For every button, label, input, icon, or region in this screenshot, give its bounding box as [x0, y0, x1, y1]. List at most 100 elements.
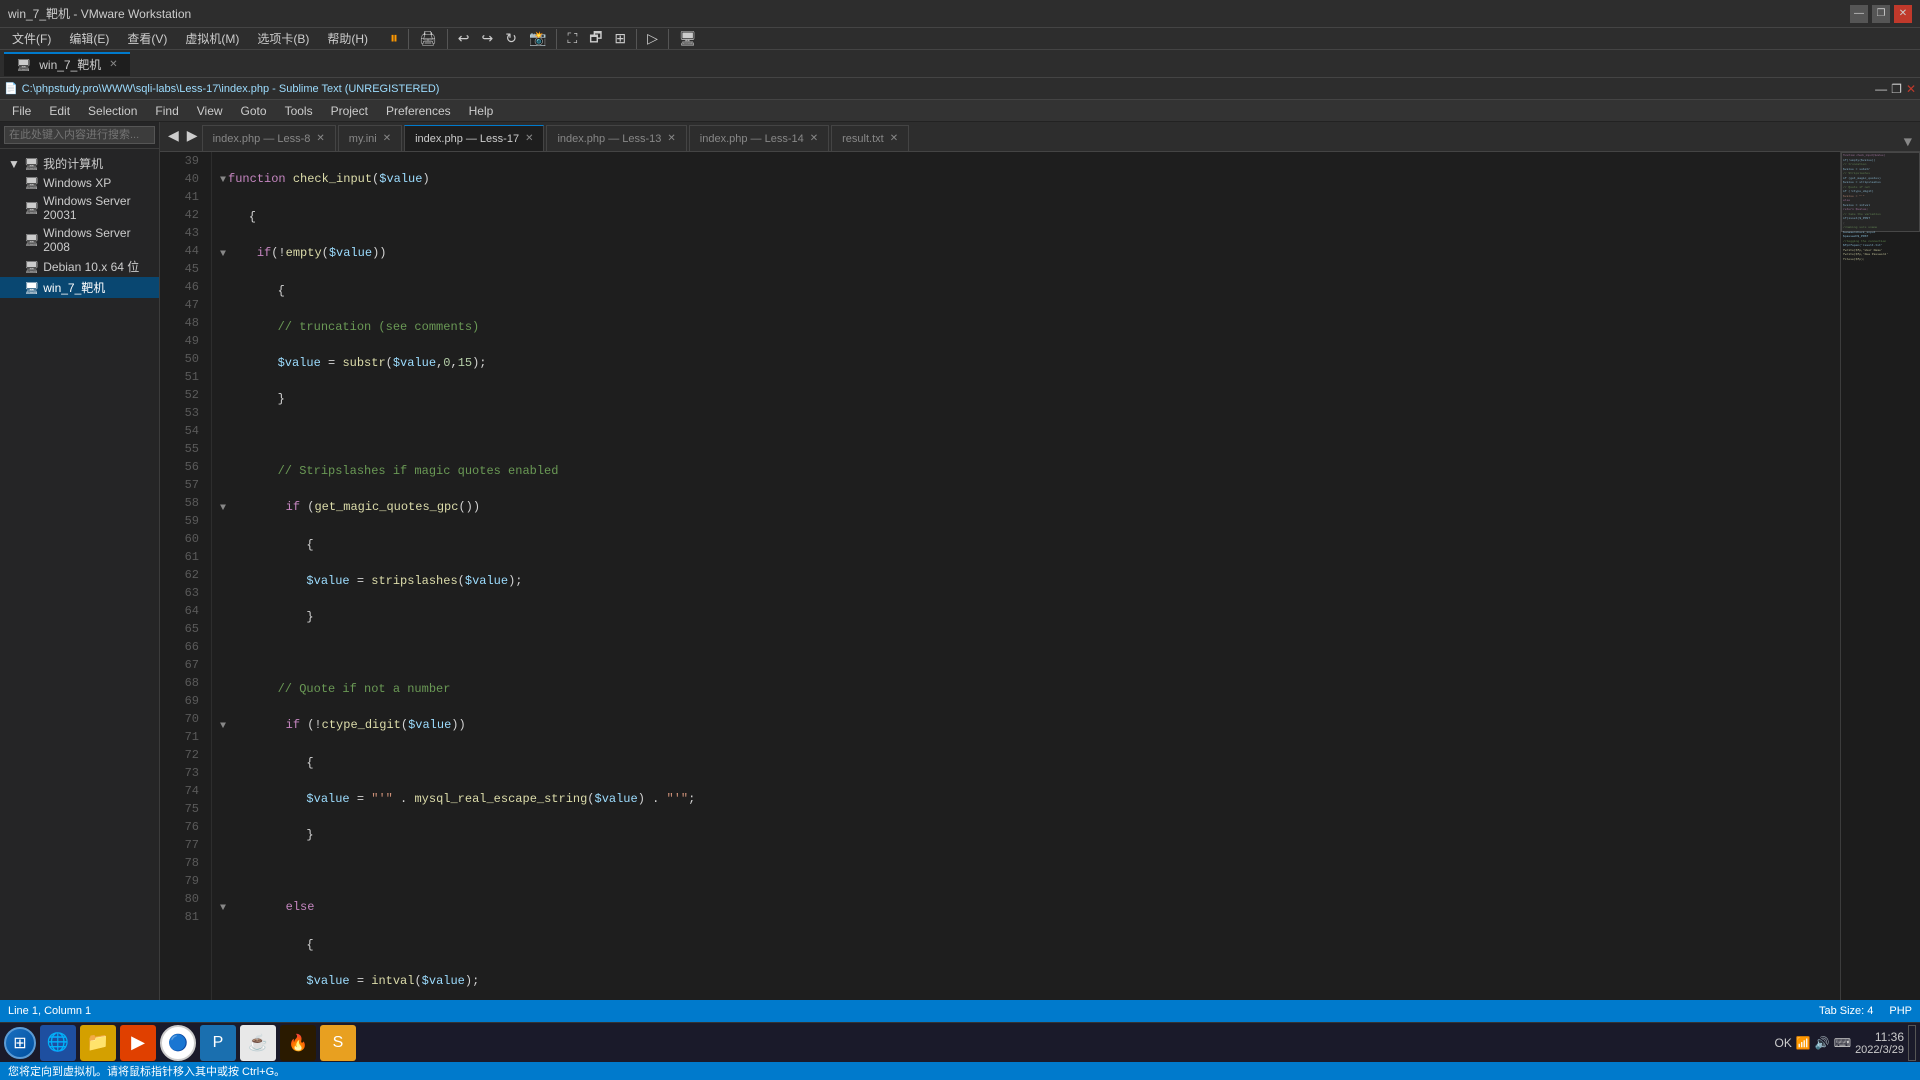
close-button[interactable]: ✕ [1894, 5, 1912, 23]
tab-less8-label: index.php — Less-8 [213, 133, 311, 145]
separator4 [636, 29, 637, 49]
sidebar-item-windows-server-2008[interactable]: 🖥 Windows Server 2008 [0, 224, 159, 256]
sublime-help[interactable]: Help [461, 102, 502, 120]
ln-72: 72 [168, 746, 199, 764]
fullscreen-button[interactable]: ⛶ [563, 28, 581, 49]
ln-50: 50 [168, 350, 199, 368]
minimize-button[interactable]: — [1850, 5, 1868, 23]
fold-59[interactable] [220, 903, 226, 914]
menu-edit[interactable]: 编辑(E) [61, 28, 117, 49]
start-button[interactable]: ⊞ [4, 1027, 36, 1059]
java-button[interactable]: ☕ [240, 1025, 276, 1061]
tab-myini-close[interactable]: ✕ [383, 133, 391, 144]
tab-options-icon[interactable]: ▼ [1900, 135, 1916, 151]
tab-nav-left[interactable]: ◀ [164, 122, 183, 151]
editor-main: 39 40 41 42 43 44 45 46 47 48 49 50 51 5… [160, 152, 1840, 1000]
sidebar-item-windows-xp[interactable]: 🖥 Windows XP [0, 174, 159, 192]
maximize-editor-btn[interactable]: — [1875, 82, 1887, 96]
menu-file[interactable]: 文件(F) [4, 28, 59, 49]
tab-result[interactable]: result.txt ✕ [831, 125, 909, 151]
sublime-file[interactable]: File [4, 102, 39, 120]
chrome-button[interactable]: 🔵 [160, 1025, 196, 1061]
close-editor-btn[interactable]: ✕ [1906, 82, 1916, 96]
sidebar-item-my-computer[interactable]: ▼ 🖥 我的计算机 [0, 153, 159, 174]
print-button[interactable]: 🖨 [415, 28, 441, 49]
sublime-tools[interactable]: Tools [277, 102, 321, 120]
show-desktop-button[interactable] [1908, 1025, 1916, 1061]
back-button[interactable]: ↩ [454, 28, 474, 49]
line-numbers: 39 40 41 42 43 44 45 46 47 48 49 50 51 5… [160, 152, 212, 1000]
ie-button[interactable]: 🌐 [40, 1025, 76, 1061]
media-button[interactable]: ▶ [120, 1025, 156, 1061]
menu-help[interactable]: 帮助(H) [319, 28, 376, 49]
ln-41: 41 [168, 188, 199, 206]
restore-editor-btn[interactable]: ❐ [1891, 82, 1902, 96]
grid-button[interactable]: ⊞ [610, 28, 630, 49]
more-button[interactable]: ▷ [643, 28, 662, 49]
sublime-goto[interactable]: Goto [233, 102, 275, 120]
code-area[interactable]: 39 40 41 42 43 44 45 46 47 48 49 50 51 5… [160, 152, 1840, 1000]
tray-icon2: 🔊 [1815, 1036, 1830, 1050]
tab-myini-label: my.ini [349, 133, 377, 145]
tab-less13-close[interactable]: ✕ [667, 133, 675, 144]
sublime-selection[interactable]: Selection [80, 102, 145, 120]
line-52 [220, 644, 1832, 662]
tab-nav-right[interactable]: ▶ [183, 122, 202, 151]
fold-54[interactable] [220, 721, 226, 732]
ln-59: 59 [168, 512, 199, 530]
tab-less14-label: index.php — Less-14 [700, 133, 804, 145]
vm-tab-close[interactable]: ✕ [109, 59, 117, 70]
sidebar-item-win7[interactable]: 🖥 win_7_靶机 [0, 277, 159, 298]
fold-48[interactable] [220, 503, 226, 514]
refresh-button[interactable]: ↻ [501, 28, 521, 49]
fire-button[interactable]: 🔥 [280, 1025, 316, 1061]
forward-button[interactable]: ↪ [478, 28, 498, 49]
tab-less13[interactable]: index.php — Less-13 ✕ [546, 125, 686, 151]
line-43: // truncation (see comments) [220, 318, 1832, 336]
pause-button[interactable]: ⏸ [386, 28, 402, 50]
tab-less17-close[interactable]: ✕ [525, 133, 533, 144]
sidebar-search-container [0, 122, 159, 149]
sublime-find[interactable]: Find [147, 102, 186, 120]
tab-less8[interactable]: index.php — Less-8 ✕ [202, 125, 336, 151]
sublime-button[interactable]: S [320, 1025, 356, 1061]
line-53: // Quote if not a number [220, 680, 1832, 698]
tab-less14[interactable]: index.php — Less-14 ✕ [689, 125, 829, 151]
taskbar-right: OK 📶 🔊 ⌨ 11:36 2022/3/29 [1774, 1025, 1916, 1061]
tab-myini[interactable]: my.ini ✕ [338, 125, 402, 151]
tab-result-close[interactable]: ✕ [890, 133, 898, 144]
ln-61: 61 [168, 548, 199, 566]
sublime-view[interactable]: View [189, 102, 231, 120]
menu-vm[interactable]: 虚拟机(M) [177, 28, 247, 49]
sublime-menu-bar: File Edit Selection Find View Goto Tools… [0, 100, 1920, 122]
restore-button[interactable]: ❐ [1872, 5, 1890, 23]
vm-tab-win7[interactable]: 🖥 win_7_靶机 ✕ [4, 52, 130, 76]
line-41: if(!empty($value)) [220, 244, 1832, 264]
snap-button[interactable]: 📸 [525, 28, 550, 49]
window-button[interactable]: 🗗 [585, 25, 606, 53]
title-bar-controls: — ❐ ✕ [1850, 5, 1912, 23]
sublime-preferences[interactable]: Preferences [378, 102, 459, 120]
fold-41[interactable] [220, 249, 226, 260]
code-content[interactable]: function check_input($value) { if(!empty… [212, 152, 1840, 1000]
sidebar-item-debian[interactable]: 🖥 Debian 10.x 64 位 [0, 256, 159, 277]
menu-view[interactable]: 查看(V) [119, 28, 175, 49]
menu-tabs[interactable]: 选项卡(B) [249, 28, 317, 49]
tab-less14-close[interactable]: ✕ [810, 133, 818, 144]
tab-less8-close[interactable]: ✕ [316, 133, 324, 144]
ln-55: 55 [168, 440, 199, 458]
sublime-edit[interactable]: Edit [41, 102, 78, 120]
explorer-button[interactable]: 📁 [80, 1025, 116, 1061]
sidebar-item-windows-server-2003[interactable]: 🖥 Windows Server 20031 [0, 192, 159, 224]
tab-less17[interactable]: index.php — Less-17 ✕ [404, 125, 544, 151]
sublime-project[interactable]: Project [323, 102, 376, 120]
windows-server-2003-label: Windows Server 20031 [43, 194, 151, 222]
separator3 [556, 29, 557, 49]
pdf-button[interactable]: P [200, 1025, 236, 1061]
fold-39[interactable] [220, 175, 226, 186]
ln-64: 64 [168, 602, 199, 620]
main-layout: ▼ 🖥 我的计算机 🖥 Windows XP 🖥 Windows Server … [0, 122, 1920, 1000]
display-button[interactable]: 🖥 [675, 28, 701, 49]
line-50: $value = stripslashes($value); [220, 572, 1832, 590]
sidebar-search-input[interactable] [4, 126, 155, 144]
